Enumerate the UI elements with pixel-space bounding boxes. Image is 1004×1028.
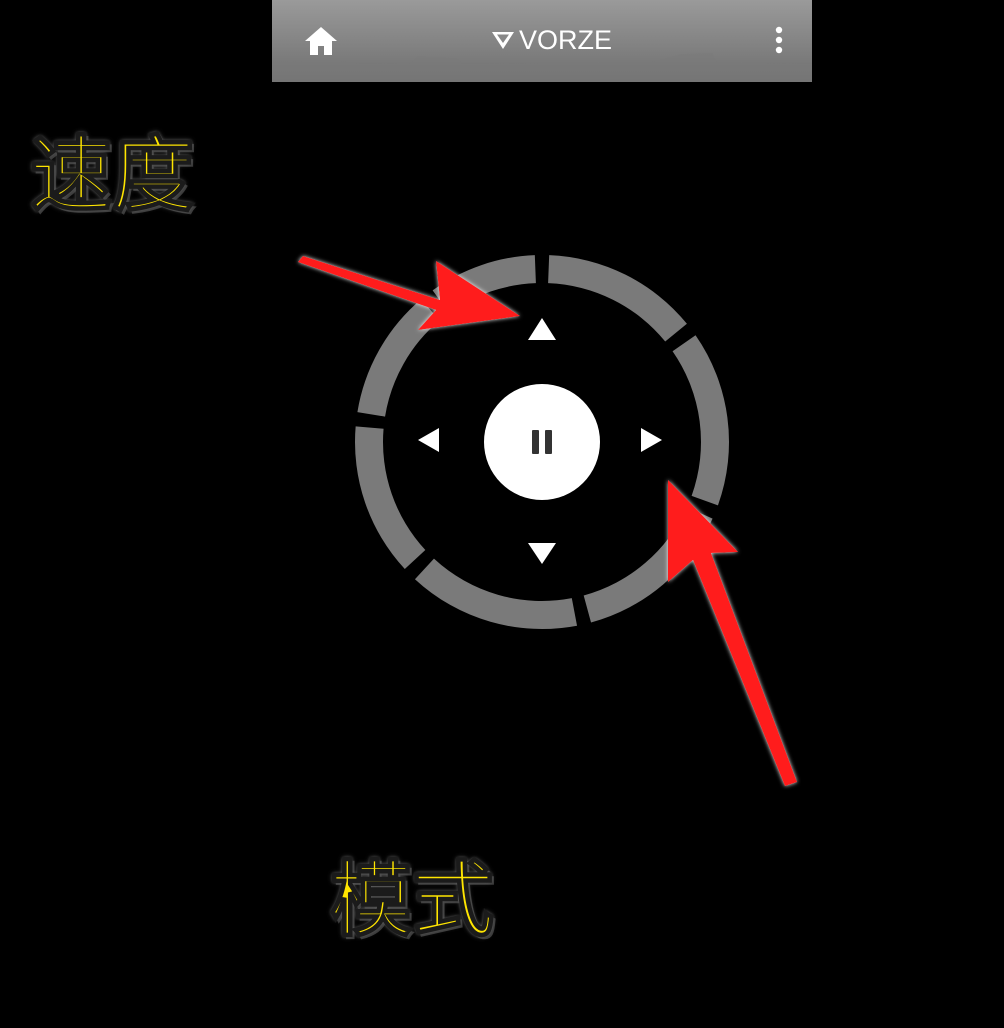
mode-ring-segment[interactable] — [414, 558, 578, 630]
speed-up-button[interactable] — [528, 318, 556, 340]
previous-mode-button[interactable] — [418, 428, 439, 452]
home-button[interactable] — [302, 22, 340, 58]
mode-ring-segment[interactable] — [672, 335, 730, 506]
home-icon — [305, 27, 337, 55]
pause-button[interactable] — [484, 384, 600, 500]
brand-name: VORZE — [519, 24, 613, 55]
overflow-menu-button[interactable] — [766, 22, 792, 58]
mode-annotation-label: 模式 — [329, 853, 495, 948]
vorze-logo-icon — [492, 32, 514, 49]
brand-logo: VORZE — [490, 22, 612, 58]
mode-ring-segment[interactable] — [548, 255, 687, 342]
speed-down-button[interactable] — [528, 543, 556, 564]
mode-ring-segment[interactable] — [583, 507, 713, 623]
mode-ring-segment[interactable] — [355, 426, 426, 570]
mode-ring-segment[interactable] — [357, 299, 440, 417]
speed-annotation-label: 速度 — [29, 128, 195, 223]
mode-ring-segment[interactable] — [432, 255, 536, 314]
more-vertical-icon — [775, 26, 783, 54]
next-mode-button[interactable] — [641, 428, 662, 452]
